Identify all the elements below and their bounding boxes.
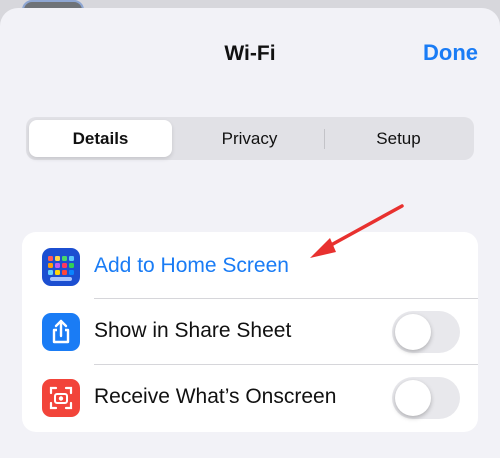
done-button[interactable]: Done [423,40,478,66]
list-item-receive-whats-onscreen: Receive What’s Onscreen [22,365,478,430]
tab-details[interactable]: Details [29,120,172,157]
onscreen-toggle[interactable] [392,377,460,419]
share-icon [42,313,80,351]
receive-whats-onscreen-label: Receive What’s Onscreen [94,385,337,408]
show-in-share-sheet-label: Show in Share Sheet [94,319,292,342]
segmented-control: Details Privacy Setup [26,117,474,160]
home-screen-grid-icon [42,248,80,286]
tab-privacy[interactable]: Privacy [177,120,322,157]
segment-divider [324,129,325,149]
list-item-show-in-share-sheet: Show in Share Sheet [22,299,478,364]
annotation-arrow-icon [310,204,404,258]
toggle-knob [395,314,431,350]
toggle-knob [395,380,431,416]
screen-capture-icon [42,379,80,417]
share-sheet-toggle[interactable] [392,311,460,353]
tab-setup[interactable]: Setup [326,120,471,157]
add-to-home-screen-label: Add to Home Screen [94,254,289,277]
